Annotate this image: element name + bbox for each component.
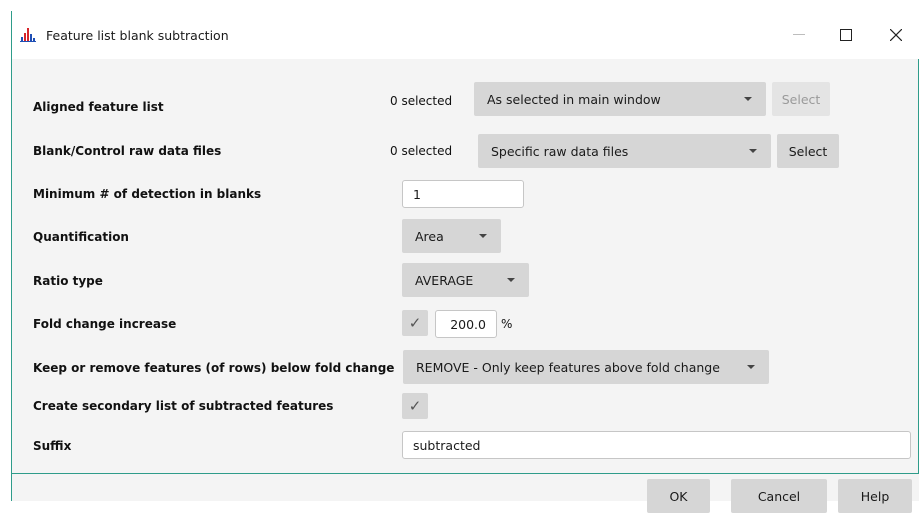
maximize-icon	[840, 29, 852, 41]
aligned-feature-list-select-button[interactable]: Select	[772, 82, 830, 116]
suffix-label: Suffix	[33, 439, 72, 453]
keep-remove-combo[interactable]: REMOVE - Only keep features above fold c…	[403, 350, 769, 384]
min-detection-input[interactable]: 1	[402, 180, 524, 208]
maximize-button[interactable]	[824, 21, 868, 49]
chevron-down-icon	[747, 365, 755, 369]
checkmark-icon: ✓	[408, 397, 422, 415]
fold-change-input[interactable]: 200.0	[435, 310, 497, 338]
help-button[interactable]: Help	[838, 479, 912, 513]
aligned-feature-list-combo-value: As selected in main window	[487, 91, 661, 107]
chevron-down-icon	[479, 234, 487, 238]
close-button[interactable]	[874, 21, 918, 49]
ratio-type-combo[interactable]: AVERAGE	[402, 263, 529, 297]
cancel-button[interactable]: Cancel	[731, 479, 827, 513]
quantification-combo-value: Area	[415, 228, 444, 244]
chevron-down-icon	[749, 149, 757, 153]
title-bar: Feature list blank subtraction	[12, 11, 919, 59]
quantification-combo[interactable]: Area	[402, 219, 501, 253]
quantification-label: Quantification	[33, 230, 129, 244]
close-icon	[890, 29, 902, 41]
chevron-down-icon	[507, 278, 515, 282]
ratio-type-label: Ratio type	[33, 274, 103, 288]
keep-remove-label: Keep or remove features (of rows) below …	[33, 361, 395, 375]
window-title: Feature list blank subtraction	[46, 28, 229, 43]
fold-change-checkbox[interactable]: ✓	[402, 310, 428, 336]
aligned-feature-list-count: 0 selected	[390, 94, 453, 108]
aligned-feature-list-label: Aligned feature list	[33, 100, 164, 114]
blank-files-combo[interactable]: Specific raw data files	[478, 134, 771, 168]
suffix-input[interactable]: subtracted	[402, 431, 911, 459]
ratio-type-combo-value: AVERAGE	[415, 272, 474, 288]
blank-files-label: Blank/Control raw data files	[33, 144, 222, 158]
secondary-list-checkbox[interactable]: ✓	[402, 393, 428, 419]
aligned-feature-list-combo[interactable]: As selected in main window	[474, 82, 766, 116]
fold-change-unit: %	[501, 317, 513, 331]
ok-button[interactable]: OK	[647, 479, 710, 513]
checkmark-icon: ✓	[408, 314, 422, 332]
chevron-down-icon	[744, 97, 752, 101]
secondary-list-label: Create secondary list of subtracted feat…	[33, 399, 334, 413]
fold-change-label: Fold change increase	[33, 317, 177, 331]
blank-files-combo-value: Specific raw data files	[491, 143, 629, 159]
minimize-button[interactable]	[777, 21, 821, 49]
parameters-panel: Aligned feature list 0 selected As selec…	[12, 59, 919, 474]
button-bar: OK Cancel Help	[12, 474, 919, 513]
min-detection-label: Minimum # of detection in blanks	[33, 187, 262, 201]
keep-remove-combo-value: REMOVE - Only keep features above fold c…	[416, 359, 720, 375]
dialog-window: Feature list blank subtraction Aligned f…	[11, 11, 919, 513]
minimize-icon	[793, 34, 805, 35]
blank-files-select-button[interactable]: Select	[777, 134, 839, 168]
app-chart-icon	[20, 28, 36, 42]
blank-files-count: 0 selected	[390, 144, 453, 158]
